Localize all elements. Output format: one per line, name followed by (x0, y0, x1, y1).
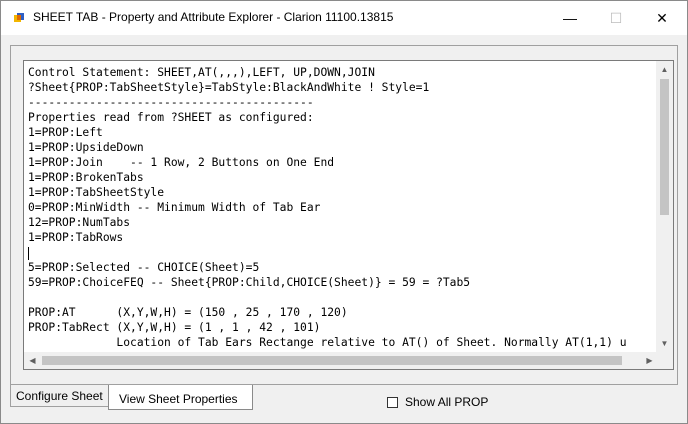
show-all-prop-control[interactable]: Show All PROP (387, 395, 488, 409)
scroll-left-icon[interactable]: ◀ (24, 352, 41, 369)
clarion-app-icon (14, 13, 24, 22)
show-all-prop-label[interactable]: Show All PROP (405, 395, 488, 409)
text-line: 59=PROP:ChoiceFEQ -- Sheet{PROP:Child,CH… (28, 276, 471, 289)
text-caret (28, 246, 29, 260)
text-line: Location of Tab Ears Rectange relative t… (28, 336, 627, 349)
scroll-down-icon[interactable]: ▼ (656, 335, 673, 352)
app-window: SHEET TAB - Property and Attribute Explo… (0, 0, 688, 424)
properties-text-box[interactable]: Control Statement: SHEET,AT(,,,),LEFT, U… (23, 60, 674, 370)
text-line: PROP:TabRect (X,Y,W,H) = (1 , 1 , 42 , 1… (28, 321, 321, 334)
text-line: PROP:AT (X,Y,W,H) = (150 , 25 , 170 , 12… (28, 306, 348, 319)
window-title: SHEET TAB - Property and Attribute Explo… (33, 10, 394, 24)
tab-view-sheet-properties[interactable]: View Sheet Properties (108, 385, 253, 410)
text-line: ----------------------------------------… (28, 96, 314, 109)
text-line (28, 290, 648, 305)
maximize-icon: ☐ (609, 9, 623, 26)
title-bar[interactable]: SHEET TAB - Property and Attribute Explo… (1, 1, 687, 35)
close-icon: ✕ (656, 9, 668, 26)
text-line: Control Statement: SHEET,AT(,,,),LEFT, U… (28, 66, 375, 79)
tab-configure-sheet[interactable]: Configure Sheet (10, 385, 110, 407)
text-line: 1=PROP:Left (28, 126, 103, 139)
horizontal-scroll-thumb[interactable] (42, 356, 622, 365)
text-line: 1=PROP:UpsideDown (28, 141, 144, 154)
minimize-icon: — (563, 10, 577, 26)
text-line: 0=PROP:MinWidth -- Minimum Width of Tab … (28, 201, 321, 214)
text-line: 12=PROP:NumTabs (28, 216, 131, 229)
show-all-prop-checkbox[interactable] (387, 396, 398, 408)
tab-panel: Control Statement: SHEET,AT(,,,),LEFT, U… (10, 45, 678, 385)
horizontal-scrollbar[interactable]: ◀ ▶ (24, 352, 658, 369)
text-line: Properties read from ?SHEET as configure… (28, 111, 314, 124)
text-line: 1=PROP:BrokenTabs (28, 171, 144, 184)
text-line: ?Sheet{PROP:TabSheetStyle}=TabStyle:Blac… (28, 81, 430, 94)
text-line: 5=PROP:Selected -- CHOICE(Sheet)=5 (28, 261, 260, 274)
text-line: 1=PROP:TabSheetStyle (28, 186, 165, 199)
scroll-up-icon[interactable]: ▲ (656, 61, 673, 78)
client-area: Control Statement: SHEET,AT(,,,),LEFT, U… (1, 35, 687, 423)
properties-text[interactable]: Control Statement: SHEET,AT(,,,),LEFT, U… (28, 65, 648, 350)
close-button[interactable]: ✕ (639, 1, 685, 35)
scrollbar-corner (656, 352, 673, 369)
maximize-button[interactable]: ☐ (593, 1, 639, 35)
text-line: 1=PROP:Join -- 1 Row, 2 Buttons on One E… (28, 156, 335, 169)
minimize-button[interactable]: — (547, 1, 593, 35)
vertical-scrollbar[interactable]: ▲ ▼ (656, 61, 673, 352)
text-line-caret (28, 245, 648, 260)
text-line: 1=PROP:TabRows (28, 231, 124, 244)
vertical-scroll-thumb[interactable] (660, 79, 669, 215)
